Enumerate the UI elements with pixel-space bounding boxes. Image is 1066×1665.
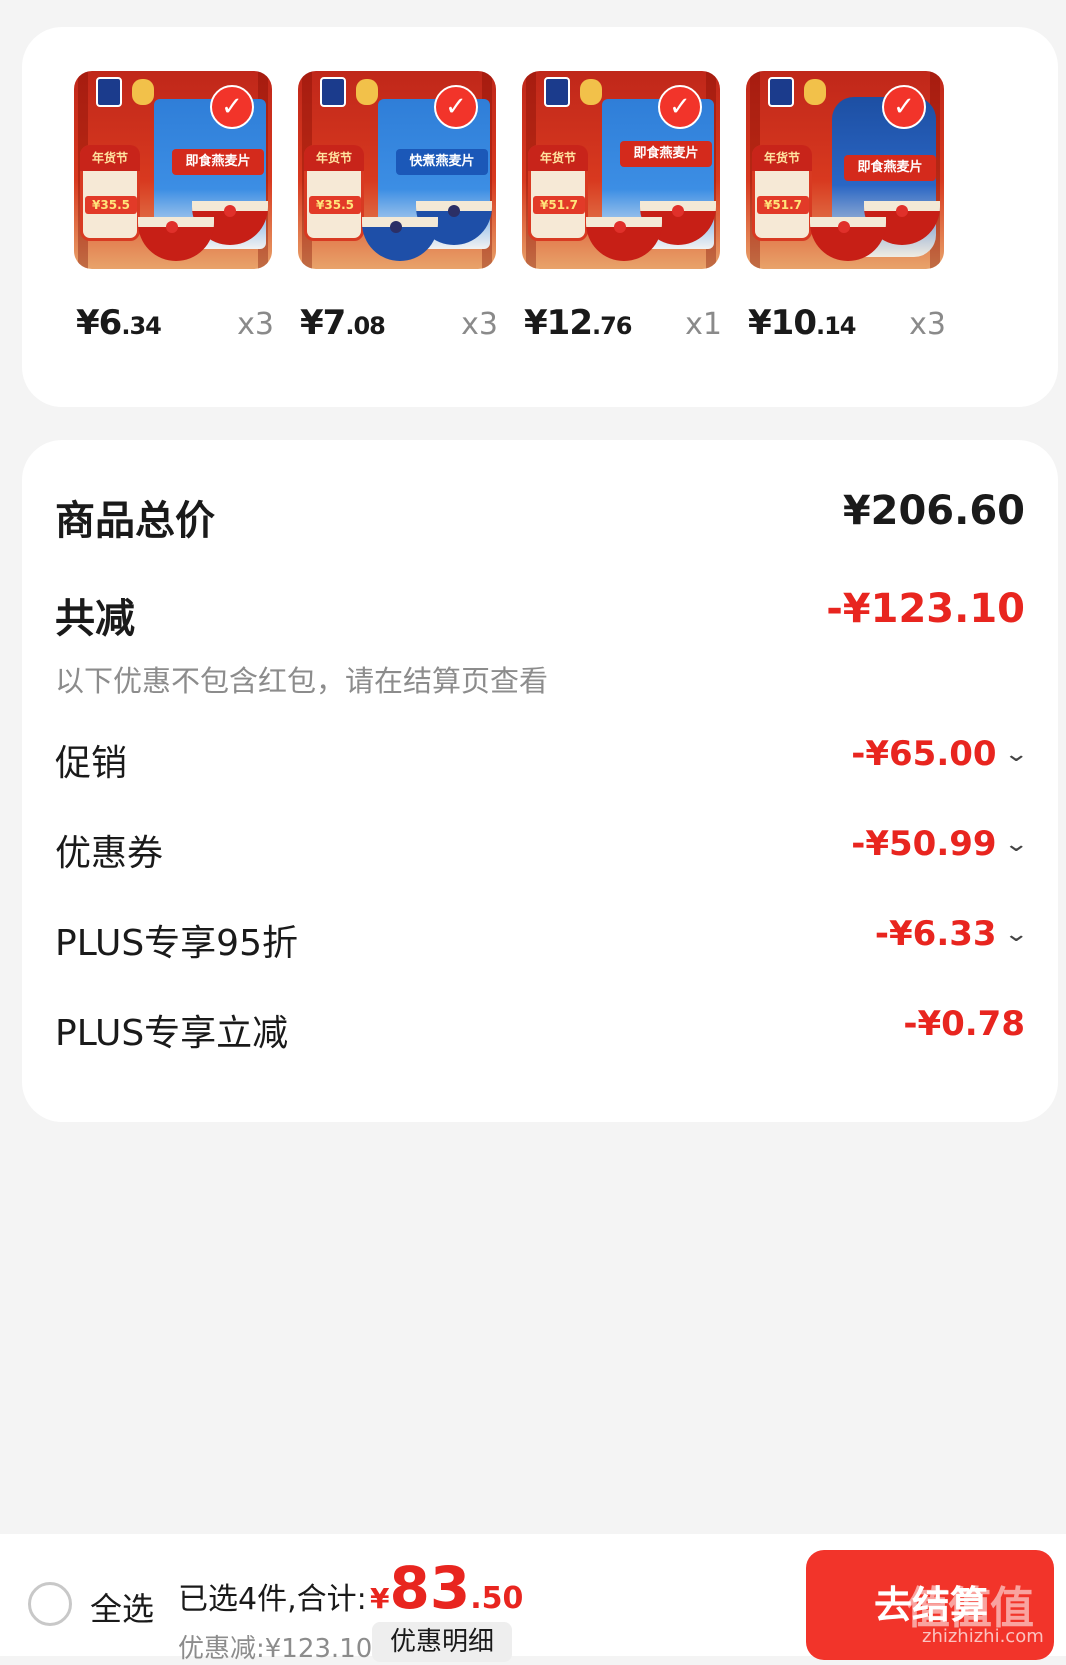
plus-instant-row: PLUS专享立减 -¥0.78 [55,1004,1025,1054]
product-item[interactable]: 即食燕麦片 年货节 ¥51.7 ✓ ¥12.76 x1 [522,71,732,391]
plus-discount-label: PLUS专享95折 [55,923,298,964]
total-price-value: ¥206.60 [842,488,1025,534]
product-price: ¥12.76 [524,303,632,343]
pack-label: 即食燕麦片 [172,149,264,175]
quaker-logo-icon [544,77,570,107]
promo-tag: 年货节 ¥51.7 [528,145,588,241]
pack-label: 即食燕麦片 [844,155,936,181]
plus-discount-value[interactable]: -¥6.33 ⌄ [875,914,1029,954]
discount-note-row: 以下优惠不包含红包，请在结算页查看 [55,658,1025,698]
promo-tag: 年货节 ¥35.5 [304,145,364,241]
product-item[interactable]: 即食燕麦片 年货节 ¥35.5 ✓ ¥6.34 x3 [74,71,284,391]
checked-icon[interactable]: ✓ [658,85,702,129]
promotion-row[interactable]: 促销 -¥65.00 ⌄ [55,734,1029,784]
checked-icon[interactable]: ✓ [210,85,254,129]
discount-value: -¥123.10 [826,586,1025,632]
discount-detail-button[interactable]: 优惠明细 [372,1622,512,1662]
coupon-label: 优惠券 [55,833,164,874]
product-quantity: x3 [909,307,946,342]
product-image[interactable]: 即食燕麦片 年货节 ¥35.5 ✓ [74,71,272,269]
chevron-down-icon[interactable]: ⌄ [1003,922,1029,947]
chevron-down-icon[interactable]: ⌄ [1003,832,1029,857]
product-item[interactable]: 即食燕麦片 年货节 ¥51.7 ✓ ¥10.14 x3 [746,71,956,391]
product-quantity: x3 [237,307,274,342]
discount-note: 以下优惠不包含红包，请在结算页查看 [55,664,549,698]
coupon-row[interactable]: 优惠券 -¥50.99 ⌄ [55,824,1029,874]
product-image[interactable]: 即食燕麦片 年货节 ¥51.7 ✓ [746,71,944,269]
product-price: ¥6.34 [76,303,162,343]
total-price-label: 商品总价 [55,498,215,544]
quaker-logo-icon [96,77,122,107]
chevron-down-icon[interactable]: ⌄ [1003,742,1029,767]
total-price-row: 商品总价 ¥206.60 [55,488,1025,544]
watermark-url: zhizhizhi.com [922,1626,1044,1647]
product-quantity: x1 [685,307,722,342]
selected-count-text: 已选4件,合计: [178,1582,367,1617]
quaker-logo-icon [768,77,794,107]
product-price: ¥7.08 [300,303,386,343]
coupon-value[interactable]: -¥50.99 ⌄ [851,824,1028,864]
checked-icon[interactable]: ✓ [434,85,478,129]
promotion-value[interactable]: -¥65.00 ⌄ [851,734,1028,774]
total-amount: ¥83.50 [370,1554,524,1622]
promotion-label: 促销 [55,743,128,784]
select-all-radio[interactable] [28,1582,72,1626]
price-summary-card: 商品总价 ¥206.60 共减 -¥123.10 以下优惠不包含红包，请在结算页… [22,440,1058,1122]
checked-icon[interactable]: ✓ [882,85,926,129]
discount-label: 共减 [55,596,135,642]
promo-tag: 年货节 ¥51.7 [752,145,812,241]
select-all-label[interactable]: 全选 [90,1584,154,1630]
product-item[interactable]: 快煮燕麦片 年货节 ¥35.5 ✓ ¥7.08 x3 [298,71,508,391]
saved-amount-text: 优惠减:¥123.10 [178,1634,373,1664]
plus-instant-value: -¥0.78 [903,1004,1025,1044]
plus-discount-row[interactable]: PLUS专享95折 -¥6.33 ⌄ [55,914,1029,964]
discount-row: 共减 -¥123.10 [55,586,1025,642]
promo-tag: 年货节 ¥35.5 [80,145,140,241]
pack-label: 即食燕麦片 [620,141,712,167]
product-image[interactable]: 即食燕麦片 年货节 ¥51.7 ✓ [522,71,720,269]
selected-products-card: 即食燕麦片 年货节 ¥35.5 ✓ ¥6.34 x3 快煮燕麦片 年货节 ¥35… [22,27,1058,407]
product-quantity: x3 [461,307,498,342]
plus-instant-label: PLUS专享立减 [55,1013,289,1054]
pack-label: 快煮燕麦片 [396,149,488,175]
quaker-logo-icon [320,77,346,107]
product-price: ¥10.14 [748,303,856,343]
product-image[interactable]: 快煮燕麦片 年货节 ¥35.5 ✓ [298,71,496,269]
